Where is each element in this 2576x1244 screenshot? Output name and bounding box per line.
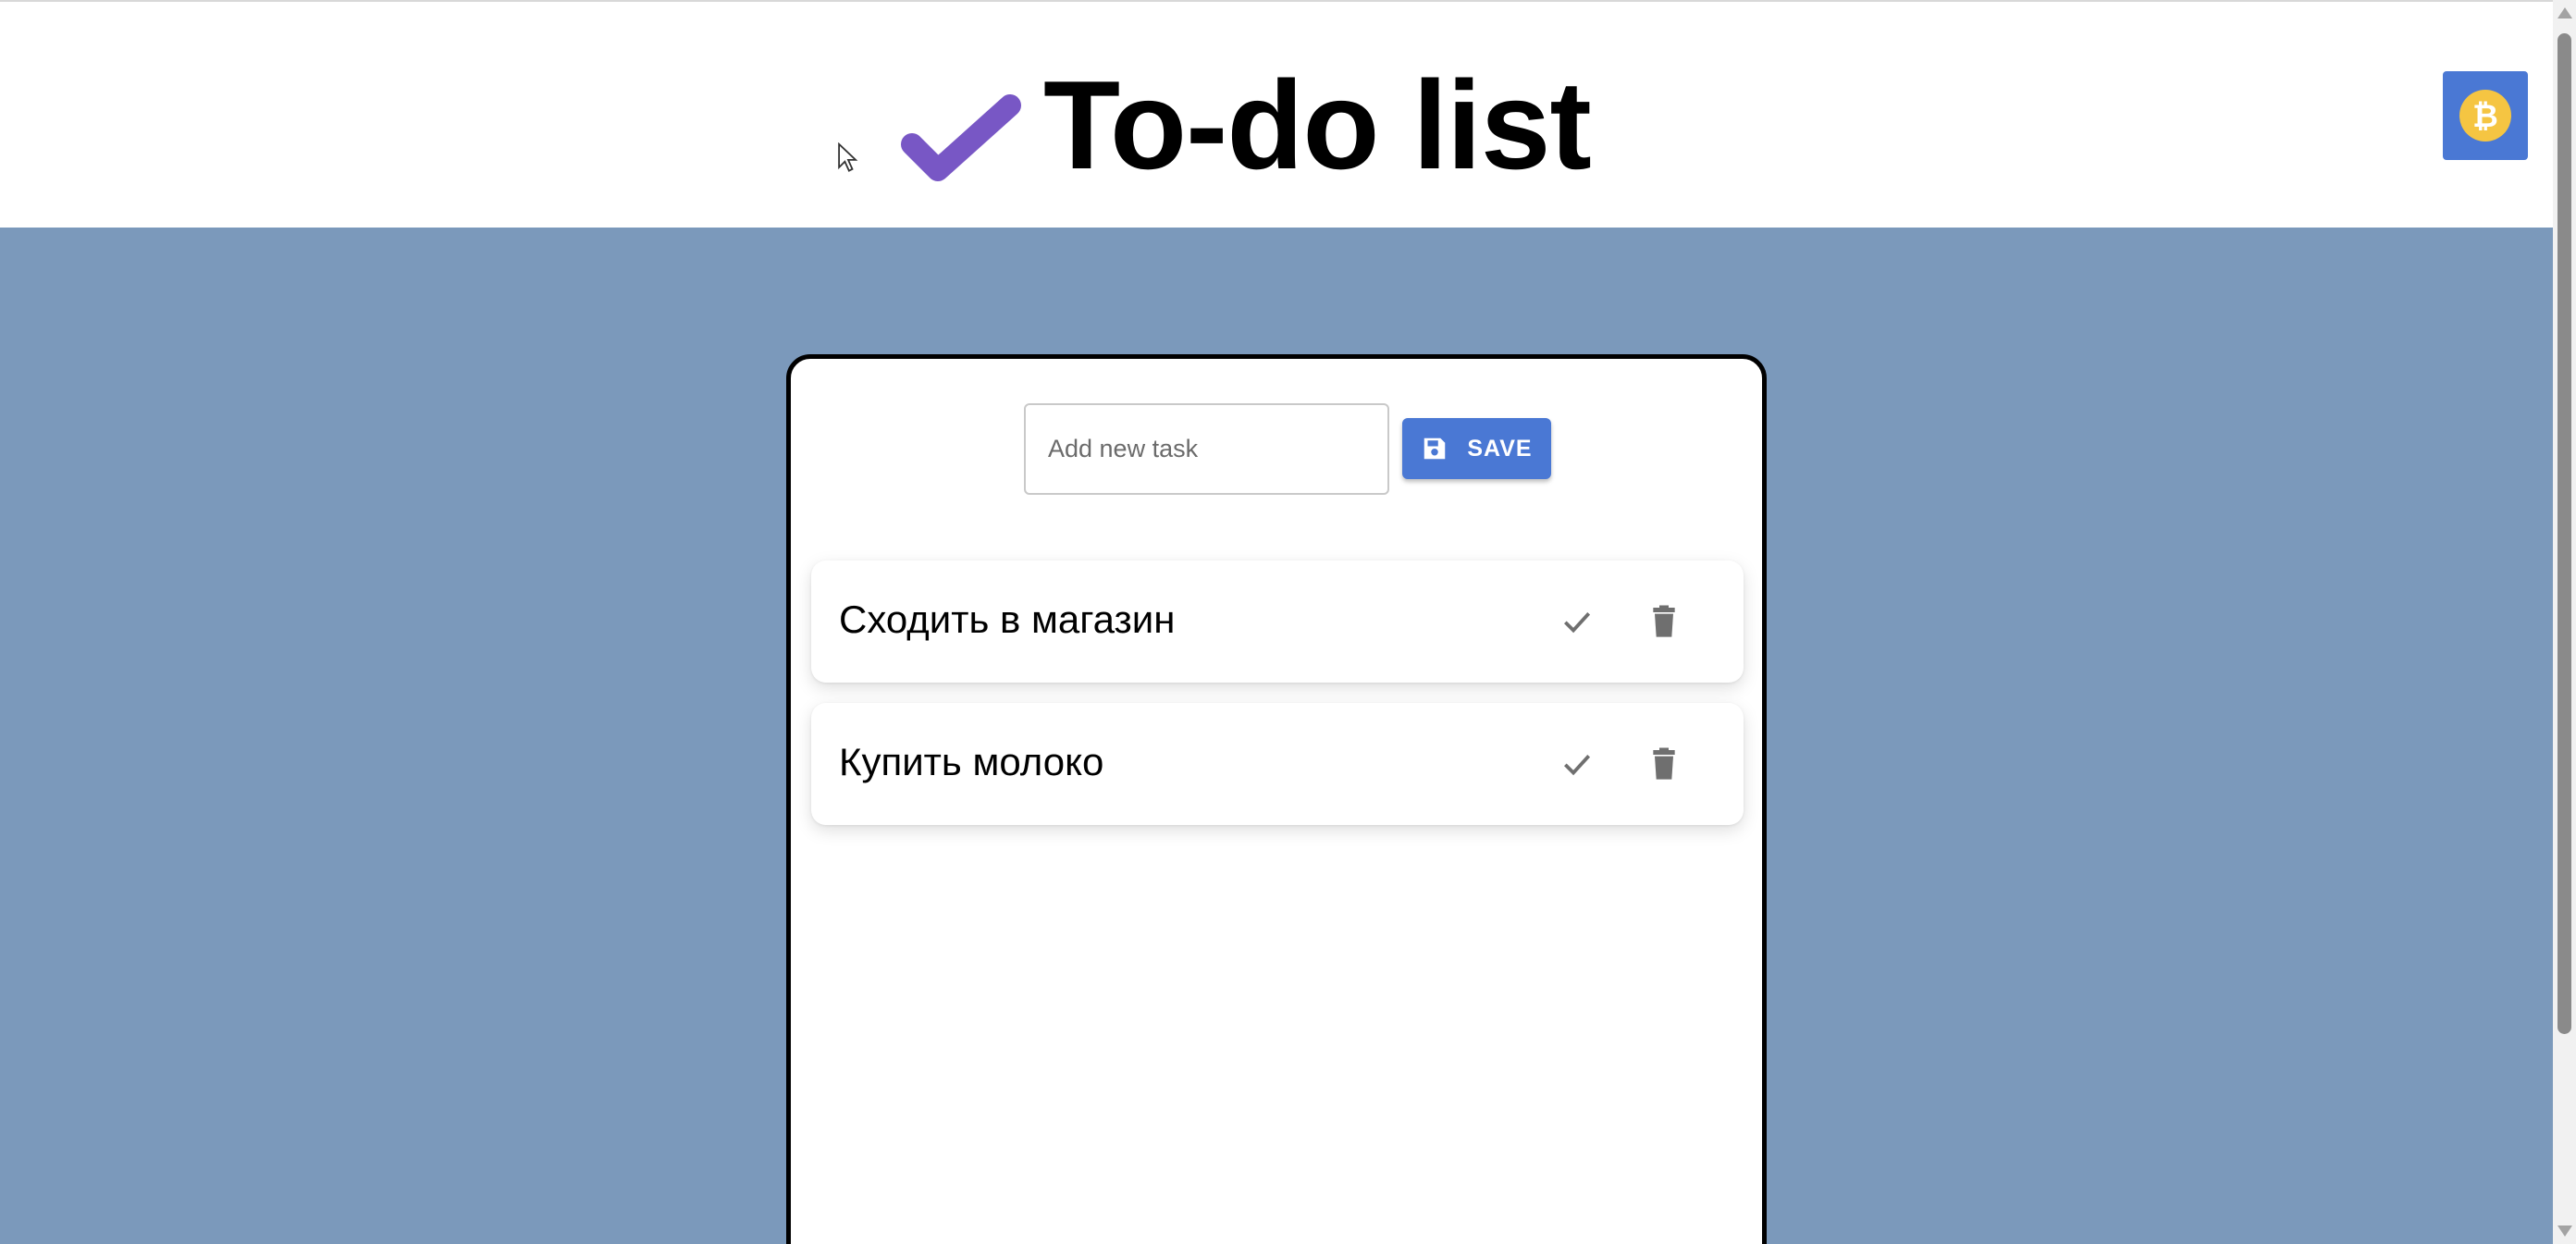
check-icon [1563, 755, 1591, 776]
complete-task-button[interactable] [1551, 596, 1603, 647]
check-icon [1563, 612, 1591, 634]
delete-task-button[interactable] [1638, 596, 1690, 647]
trash-icon [1653, 747, 1675, 780]
delete-task-button[interactable] [1638, 738, 1690, 790]
bitcoin-button[interactable]: ₿ [2443, 71, 2528, 160]
check-icon [901, 94, 1021, 181]
todo-card: SAVE Сходить в магазин [786, 354, 1767, 1244]
new-task-input[interactable] [1024, 403, 1389, 495]
app-window: To-do list ₿ SAVE Сходить в магазин [0, 0, 2576, 1244]
scroll-thumb[interactable] [2558, 33, 2571, 1034]
bitcoin-icon: ₿ [2459, 90, 2511, 142]
scroll-up-arrow-icon[interactable] [2558, 7, 2572, 18]
svg-text:₿: ₿ [2472, 99, 2498, 134]
page-title: To-do list [1043, 55, 1592, 195]
task-item: Сходить в магазин [811, 560, 1744, 683]
save-button-label: SAVE [1467, 435, 1533, 462]
task-text: Купить молоко [839, 740, 1104, 783]
task-text: Сходить в магазин [839, 597, 1176, 641]
complete-task-button[interactable] [1551, 738, 1603, 790]
task-item: Купить молоко [811, 703, 1744, 825]
vertical-scrollbar[interactable] [2553, 0, 2576, 1244]
mouse-pointer-icon [838, 142, 858, 172]
scroll-down-arrow-icon[interactable] [2558, 1226, 2572, 1237]
header: To-do list ₿ [0, 0, 2553, 228]
trash-icon [1653, 605, 1675, 637]
save-button[interactable]: SAVE [1402, 418, 1551, 479]
main-area: SAVE Сходить в магазин [0, 228, 2553, 1244]
floppy-disk-icon [1424, 437, 1446, 460]
